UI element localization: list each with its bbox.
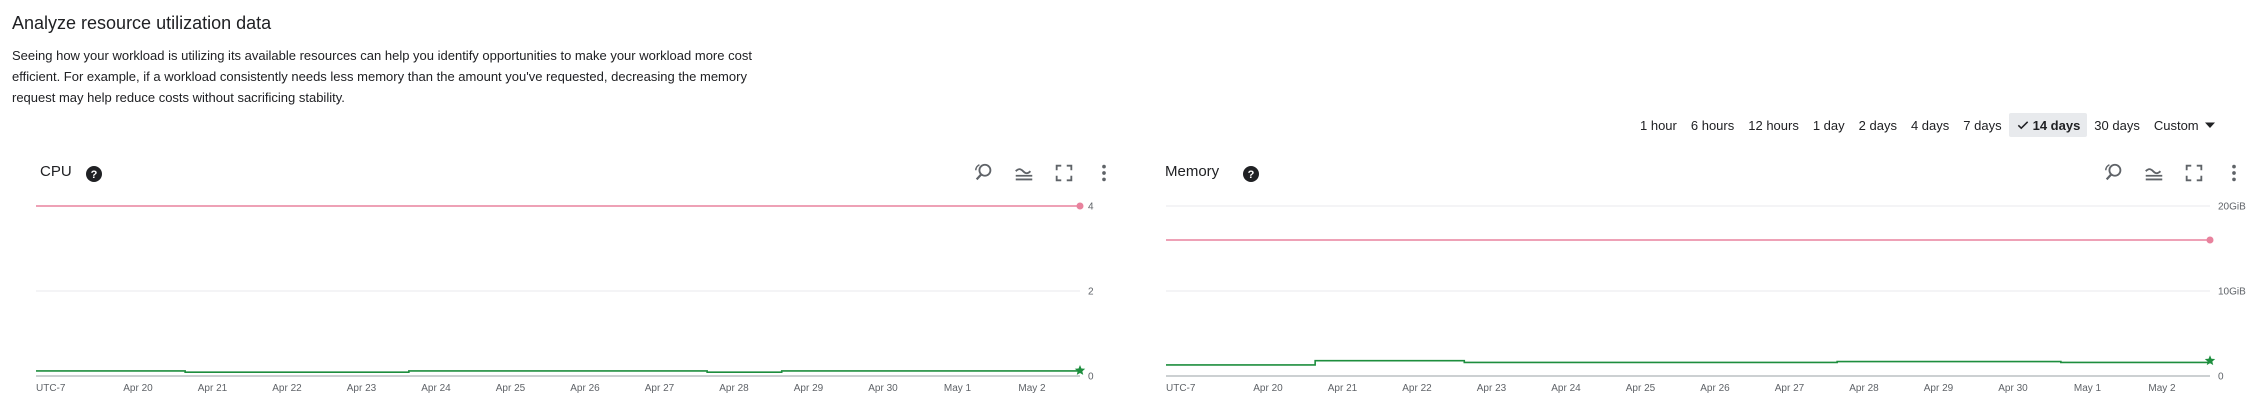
limit-end-marker bbox=[2206, 236, 2214, 244]
y-tick-label: 0 bbox=[1088, 372, 1094, 383]
x-tick-label: Apr 29 bbox=[1924, 383, 1954, 394]
range-custom[interactable]: Custom bbox=[2147, 113, 2222, 137]
y-tick-label: 2 bbox=[1088, 287, 1094, 298]
compare-icon[interactable] bbox=[2143, 162, 2165, 184]
y-tick-label: 0 bbox=[2218, 372, 2224, 383]
help-icon[interactable]: ? bbox=[86, 166, 102, 182]
x-tick-label: Apr 23 bbox=[1477, 383, 1507, 394]
x-tick-label: Apr 24 bbox=[421, 383, 451, 394]
usage-line bbox=[1166, 359, 2211, 366]
check-icon bbox=[2017, 121, 2028, 130]
x-tick-label: May 2 bbox=[2148, 383, 2176, 394]
x-tick-label: Apr 27 bbox=[1775, 383, 1805, 394]
y-tick-label: 10GiB bbox=[2218, 287, 2246, 298]
memory-chart-panel: Memory ? 0 10GiB 20GiB UTC-7 Apr 20 Apr 21 Apr… bbox=[1130, 150, 2246, 414]
cpu-chart-title: CPU bbox=[40, 163, 72, 180]
svg-text:?: ? bbox=[1248, 169, 1255, 181]
svg-text:?: ? bbox=[91, 169, 98, 181]
reset-zoom-icon[interactable] bbox=[973, 162, 995, 184]
more-vert-icon[interactable] bbox=[1093, 162, 1115, 184]
x-tick-label: Apr 22 bbox=[1402, 383, 1432, 394]
page-title: Analyze resource utilization data bbox=[12, 13, 272, 33]
range-1-day[interactable]: 1 day bbox=[1806, 113, 1852, 137]
memory-chart-title: Memory bbox=[1165, 163, 1220, 180]
caret-down-icon bbox=[2204, 122, 2215, 128]
fullscreen-icon[interactable] bbox=[2183, 162, 2205, 184]
x-tick-label: Apr 21 bbox=[198, 383, 228, 394]
x-tick-label: May 1 bbox=[944, 383, 972, 394]
x-tick-label: Apr 30 bbox=[1998, 383, 2028, 394]
y-tick-label: 20GiB bbox=[2218, 202, 2246, 213]
x-tick-label: Apr 26 bbox=[1700, 383, 1730, 394]
range-7-days[interactable]: 7 days bbox=[1956, 113, 2008, 137]
cpu-chart-panel: CPU ? 0 2 4 UTC-7 Apr 20 Apr 21 Apr 22 Apr 23 Ap… bbox=[0, 150, 1110, 414]
x-tick-label: Apr 21 bbox=[1328, 383, 1358, 394]
x-tick-label: May 1 bbox=[2074, 383, 2102, 394]
x-tick-label: May 2 bbox=[1018, 383, 1046, 394]
x-tick-label: Apr 27 bbox=[645, 383, 675, 394]
x-tick-label: Apr 30 bbox=[868, 383, 898, 394]
x-tick-label: Apr 25 bbox=[496, 383, 526, 394]
usage-line bbox=[36, 370, 1081, 373]
page-description: Seeing how your workload is utilizing it… bbox=[12, 48, 752, 105]
range-14-days-label: 14 days bbox=[2032, 117, 2081, 133]
range-30-days[interactable]: 30 days bbox=[2087, 113, 2147, 137]
range-custom-label: Custom bbox=[2153, 117, 2199, 133]
x-tick-label: Apr 25 bbox=[1626, 383, 1656, 394]
x-tick-label: Apr 24 bbox=[1551, 383, 1581, 394]
cpu-chart-header: CPU ? bbox=[0, 160, 1110, 184]
cpu-line-chart: 0 2 4 UTC-7 Apr 20 Apr 21 Apr 22 Apr 23 Apr 24 Ap… bbox=[36, 202, 1094, 394]
range-12-hours[interactable]: 12 hours bbox=[1741, 113, 1806, 137]
compare-icon[interactable] bbox=[1013, 162, 1035, 184]
y-tick-label: 4 bbox=[1088, 202, 1094, 213]
fullscreen-icon[interactable] bbox=[1053, 162, 1075, 184]
reset-zoom-icon[interactable] bbox=[2103, 162, 2125, 184]
more-vert-icon[interactable] bbox=[2223, 162, 2245, 184]
limit-end-marker bbox=[1076, 202, 1084, 210]
usage-end-marker bbox=[2204, 355, 2216, 366]
x-tick-label: Apr 29 bbox=[794, 383, 824, 394]
memory-chart-header: Memory ? bbox=[1130, 160, 2240, 184]
range-1-hour[interactable]: 1 hour bbox=[1633, 113, 1684, 137]
x-tick-label: Apr 28 bbox=[1849, 383, 1879, 394]
x-tick-label: Apr 28 bbox=[719, 383, 749, 394]
usage-end-marker bbox=[1074, 364, 1086, 375]
x-tick-label: Apr 20 bbox=[1253, 383, 1283, 394]
range-6-hours[interactable]: 6 hours bbox=[1684, 113, 1741, 137]
time-range-selector: 1 hour 6 hours 12 hours 1 day 2 days 4 d… bbox=[1633, 113, 2222, 137]
x-tick-label: UTC-7 bbox=[1166, 383, 1196, 394]
x-tick-label: Apr 22 bbox=[272, 383, 302, 394]
x-tick-label: Apr 23 bbox=[347, 383, 377, 394]
x-tick-label: Apr 20 bbox=[123, 383, 153, 394]
x-tick-label: UTC-7 bbox=[36, 383, 66, 394]
help-icon[interactable]: ? bbox=[1243, 166, 1259, 182]
range-2-days[interactable]: 2 days bbox=[1852, 113, 1904, 137]
range-14-days[interactable]: 14 days bbox=[2008, 113, 2088, 137]
memory-line-chart: 0 10GiB 20GiB UTC-7 Apr 20 Apr 21 Apr 22 Apr 23… bbox=[1166, 202, 2246, 394]
range-4-days[interactable]: 4 days bbox=[1904, 113, 1956, 137]
x-tick-label: Apr 26 bbox=[570, 383, 600, 394]
